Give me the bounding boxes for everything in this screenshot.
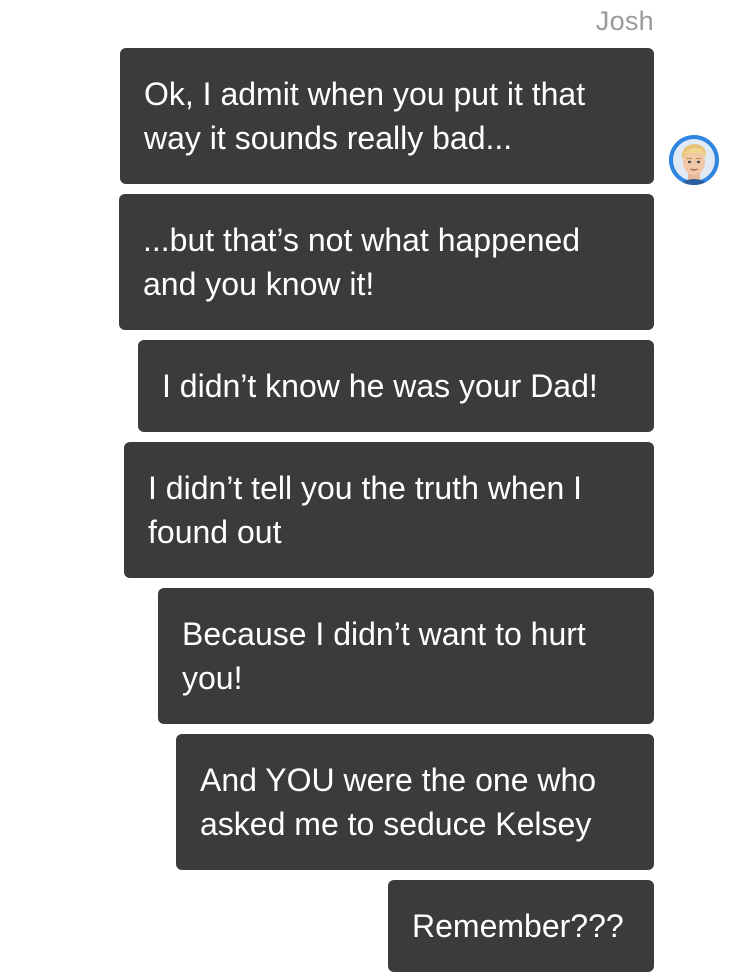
message-bubble[interactable]: Because I didn’t want to hurt you!: [158, 588, 654, 724]
avatar-icon[interactable]: [669, 135, 719, 185]
message-bubble[interactable]: I didn’t tell you the truth when I found…: [124, 442, 654, 578]
message-bubble[interactable]: ...but that’s not what happened and you …: [119, 194, 654, 330]
message-bubble[interactable]: I didn’t know he was your Dad!: [138, 340, 654, 432]
message-bubble[interactable]: Ok, I admit when you put it that way it …: [120, 48, 654, 184]
avatar-face-icon: [669, 135, 719, 185]
sender-name: Josh: [595, 6, 654, 36]
message-bubble[interactable]: And YOU were the one who asked me to sed…: [176, 734, 654, 870]
message-bubble[interactable]: Remember???: [388, 880, 654, 972]
